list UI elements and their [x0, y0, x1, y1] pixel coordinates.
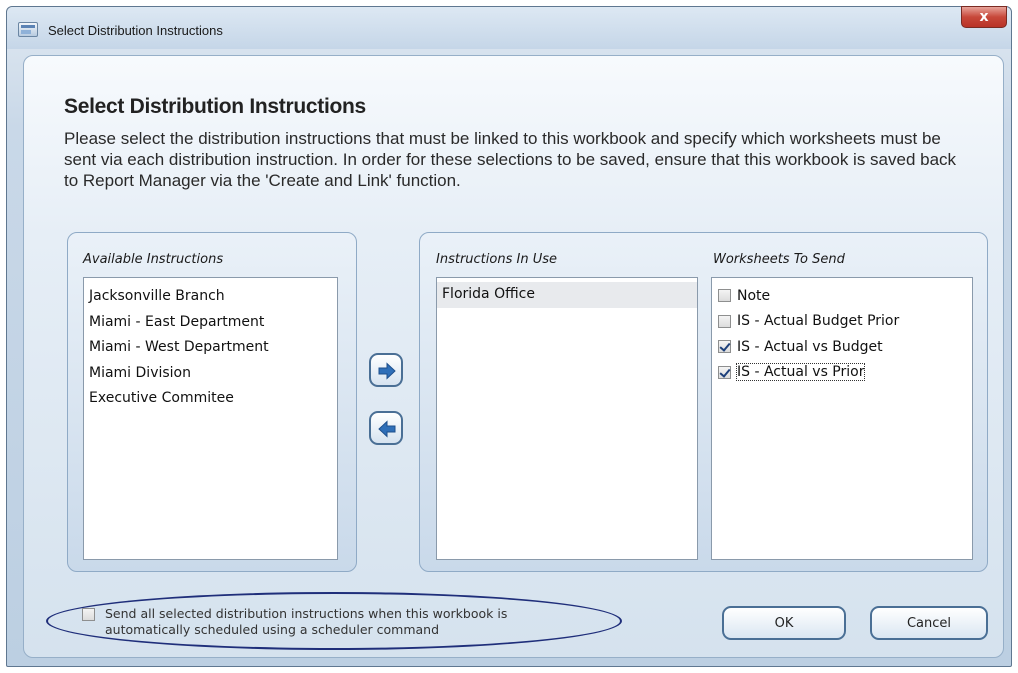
- worksheet-label: Note: [737, 287, 771, 304]
- list-item[interactable]: Miami - East Department: [84, 310, 337, 336]
- arrow-left-icon: [378, 420, 396, 438]
- list-item[interactable]: Jacksonville Branch: [84, 284, 337, 310]
- cancel-button[interactable]: Cancel: [870, 606, 988, 640]
- selected-instructions-panel: Instructions In Use Florida Office Works…: [419, 232, 988, 572]
- add-instruction-button[interactable]: [369, 353, 403, 387]
- schedule-option-checkbox[interactable]: [82, 608, 95, 621]
- worksheet-checkbox[interactable]: [718, 365, 731, 379]
- instructions-in-use-label: Instructions In Use: [436, 252, 557, 267]
- dialog-window: Select Distribution Instructions x Selec…: [6, 6, 1012, 667]
- worksheet-checkbox[interactable]: [718, 289, 731, 303]
- schedule-option[interactable]: Send all selected distribution instructi…: [82, 606, 575, 638]
- worksheet-label: IS - Actual Budget Prior: [737, 313, 900, 330]
- close-button[interactable]: x: [961, 6, 1007, 28]
- instructions-text: Please select the distribution instructi…: [64, 129, 957, 190]
- page-title: Select Distribution Instructions: [64, 95, 366, 118]
- worksheet-label: IS - Actual vs Budget: [737, 338, 883, 355]
- arrow-right-icon: [378, 362, 396, 380]
- close-icon: x: [979, 9, 989, 25]
- available-instructions-list[interactable]: Jacksonville Branch Miami - East Departm…: [83, 277, 338, 560]
- worksheet-label: IS - Actual vs Prior: [735, 363, 866, 382]
- list-item[interactable]: Florida Office: [437, 282, 697, 308]
- worksheet-row-actual-vs-prior[interactable]: IS - Actual vs Prior: [712, 360, 972, 386]
- app-icon: [18, 22, 38, 37]
- worksheet-row-actual-vs-budget[interactable]: IS - Actual vs Budget: [712, 334, 972, 360]
- worksheet-row-actual-budget-prior[interactable]: IS - Actual Budget Prior: [712, 309, 972, 335]
- ok-button[interactable]: OK: [722, 606, 846, 640]
- worksheets-to-send-list[interactable]: Note IS - Actual Budget Prior IS - Actua…: [711, 277, 973, 560]
- worksheet-row-note[interactable]: Note: [712, 283, 972, 309]
- list-item[interactable]: Miami Division: [84, 361, 337, 387]
- list-item[interactable]: Miami - West Department: [84, 335, 337, 361]
- title-bar[interactable]: Select Distribution Instructions x: [7, 6, 1011, 49]
- instructions-in-use-list[interactable]: Florida Office: [436, 277, 698, 560]
- list-item[interactable]: Executive Commitee: [84, 386, 337, 412]
- content-panel: Select Distribution Instructions Please …: [23, 55, 1004, 658]
- window-title: Select Distribution Instructions: [48, 23, 223, 38]
- worksheets-to-send-label: Worksheets To Send: [713, 252, 845, 267]
- schedule-option-label: Send all selected distribution instructi…: [105, 606, 508, 637]
- worksheet-checkbox[interactable]: [718, 314, 731, 328]
- remove-instruction-button[interactable]: [369, 411, 403, 445]
- worksheet-checkbox[interactable]: [718, 340, 731, 354]
- available-instructions-panel: Available Instructions Jacksonville Bran…: [67, 232, 357, 572]
- available-instructions-label: Available Instructions: [83, 252, 224, 267]
